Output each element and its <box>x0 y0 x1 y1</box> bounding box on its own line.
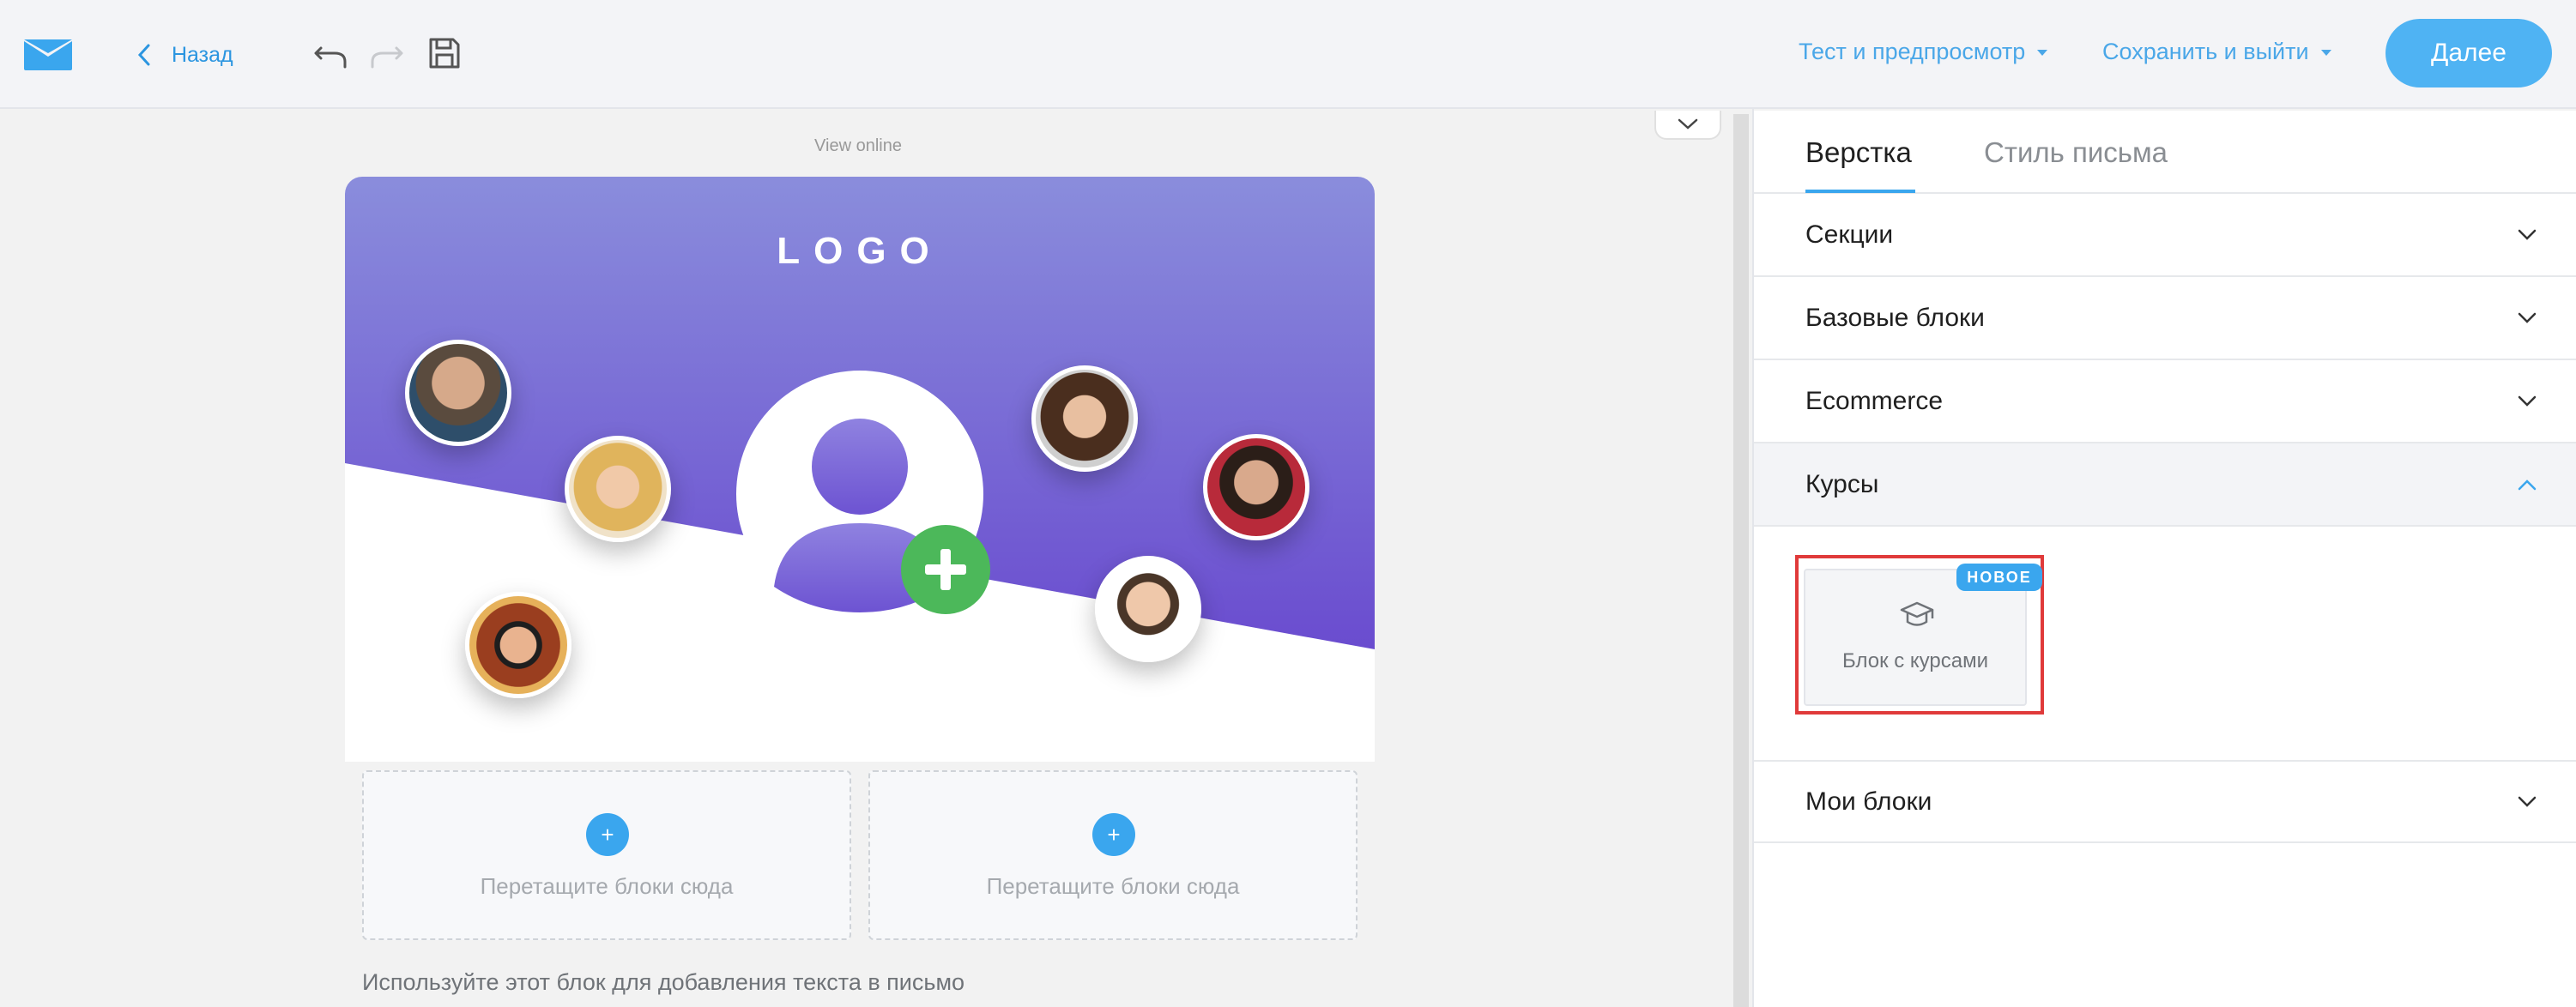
accordion-ecommerce[interactable]: Ecommerce <box>1754 360 2576 443</box>
avatar <box>565 436 671 542</box>
add-block-button[interactable]: + <box>586 813 629 856</box>
top-toolbar: Назад Тест и предпросмотр Сохранить и вы… <box>0 0 2576 109</box>
back-button[interactable]: Назад <box>137 34 233 75</box>
tab-layout[interactable]: Верстка <box>1805 136 1912 169</box>
avatar <box>1031 365 1138 472</box>
save-icon[interactable] <box>426 34 463 72</box>
test-preview-dropdown[interactable]: Тест и предпросмотр <box>1799 34 2048 69</box>
panel-tabs: Верстка Стиль письма <box>1754 111 2576 194</box>
dropzone-left[interactable]: + Перетащите блоки сюда <box>362 770 851 940</box>
redo-icon[interactable] <box>367 34 405 72</box>
chevron-down-icon <box>2518 395 2537 407</box>
accordion-courses[interactable]: Курсы <box>1754 443 2576 527</box>
accordion-label: Секции <box>1805 220 1894 249</box>
accordion-basic-blocks[interactable]: Базовые блоки <box>1754 277 2576 360</box>
avatar <box>1095 556 1201 662</box>
dropzone-label: Перетащите блоки сюда <box>480 873 734 899</box>
text-block-hint[interactable]: Используйте этот блок для добавления тек… <box>362 969 964 996</box>
accordion-label: Базовые блоки <box>1805 303 1985 332</box>
caret-down-icon <box>2320 49 2331 56</box>
accordion-my-blocks[interactable]: Мои блоки <box>1754 760 2576 843</box>
course-block-label: Блок с курсами <box>1841 649 1989 672</box>
test-preview-label: Тест и предпросмотр <box>1799 38 2026 64</box>
chevron-down-icon <box>1678 118 1698 130</box>
caret-down-icon <box>2037 49 2048 56</box>
chevron-left-icon <box>137 44 150 66</box>
accordion-label: Курсы <box>1805 469 1879 498</box>
accordion-label: Ecommerce <box>1805 386 1944 415</box>
collapse-toggle[interactable] <box>1654 111 1721 140</box>
view-online-link[interactable]: View online <box>772 136 944 156</box>
next-button[interactable]: Далее <box>2386 19 2552 87</box>
dropzone-right[interactable]: + Перетащите блоки сюда <box>868 770 1358 940</box>
back-label: Назад <box>172 42 233 67</box>
canvas-scrollbar[interactable] <box>1733 114 1749 1007</box>
dropzone-label: Перетащите блоки сюда <box>986 873 1240 899</box>
tab-email-style[interactable]: Стиль письма <box>1984 136 2168 169</box>
undo-icon[interactable] <box>312 34 350 72</box>
chevron-down-icon <box>2518 312 2537 323</box>
accordion-label: Мои блоки <box>1805 787 1932 816</box>
save-exit-dropdown[interactable]: Сохранить и выйти <box>2102 34 2331 69</box>
avatar <box>1203 434 1309 540</box>
accordion-sections[interactable]: Секции <box>1754 194 2576 277</box>
blocks-panel: Верстка Стиль письма Секции Базовые блок… <box>1754 111 2576 1007</box>
active-tab-indicator <box>1805 190 1915 193</box>
add-block-button[interactable]: + <box>1092 813 1135 856</box>
avatar <box>405 340 511 446</box>
avatar <box>465 592 571 698</box>
logo-placeholder[interactable]: LOGO <box>345 230 1375 273</box>
chevron-up-icon <box>2518 479 2537 490</box>
envelope-logo-icon[interactable] <box>22 38 74 72</box>
new-badge: НОВОЕ <box>1956 564 2042 591</box>
chevron-down-icon <box>2518 796 2537 807</box>
email-header-block[interactable]: LOGO <box>345 177 1375 762</box>
save-exit-label: Сохранить и выйти <box>2102 38 2309 64</box>
graduation-cap-icon <box>1900 601 1934 626</box>
chevron-down-icon <box>2518 229 2537 240</box>
